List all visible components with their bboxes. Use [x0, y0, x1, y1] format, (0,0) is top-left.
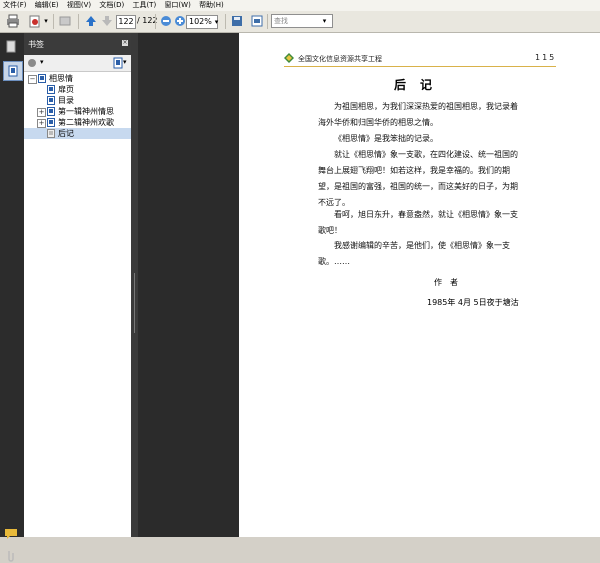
paragraph-3: 就让《相思情》象一支歌，在四化建设、统一祖国的舞台上展翅飞翔吧！如若这样，我是幸…: [318, 150, 518, 207]
panel-resizer[interactable]: [131, 33, 138, 537]
print-button[interactable]: [6, 14, 20, 28]
bookmark-label: 目录: [58, 96, 74, 105]
bookmarks-panel-title: 书签: [28, 40, 44, 49]
arrow-down-icon: [102, 16, 112, 26]
bookmark-icon: [47, 118, 55, 127]
document-page: 全国文化信息资源共享工程 115 后记 为祖国相思，为我们深深热爱的祖国相思，我…: [239, 33, 600, 537]
page-title: 后记: [394, 78, 447, 92]
zoom-in-button[interactable]: [173, 14, 187, 28]
bookmarks-panel: 书签 × ▾ ▾ − 相思情 扉页 目录 + 第一辑神州情思 + 第二辑神州欢歌…: [24, 33, 132, 537]
bookmark-item[interactable]: + 第一辑神州情思: [24, 106, 131, 117]
bookmarks-panel-header: 书签 ×: [24, 33, 131, 55]
options-dropdown-arrow[interactable]: ▾: [40, 58, 44, 66]
header-rule: [284, 66, 556, 67]
page-header-number: 115: [535, 53, 557, 62]
bookmark-label: 扉页: [58, 85, 74, 94]
bookmark-item-selected[interactable]: 后记: [24, 128, 131, 139]
bookmark-item[interactable]: + 第二辑神州欢歌: [24, 117, 131, 128]
print-icon: [7, 14, 19, 28]
menu-window[interactable]: 窗口(W): [164, 0, 190, 11]
bookmark-item[interactable]: 目录: [24, 95, 131, 106]
bookmarks-tab[interactable]: [3, 61, 23, 81]
bookmark-label: 第二辑神州欢歌: [58, 118, 114, 127]
paragraph-2: 《相思情》是我笨拙的记录。: [334, 134, 438, 143]
toolbar: ▾ 122 / 122 102% ▾ 查找 ▾: [0, 11, 600, 33]
zoom-out-button[interactable]: [159, 14, 173, 28]
floppy-icon: [232, 16, 242, 26]
attachment-icon[interactable]: [5, 549, 17, 563]
search-dropdown-arrow[interactable]: ▾: [320, 15, 329, 27]
signature-author: 作者: [434, 278, 466, 287]
menu-tools[interactable]: 工具(T): [132, 0, 156, 11]
bookmark-icon: [47, 85, 55, 94]
previous-page-button[interactable]: [84, 14, 98, 28]
menu-view[interactable]: 视图(V): [67, 0, 91, 11]
expand-icon[interactable]: +: [37, 119, 46, 128]
bookmark-icon: [8, 65, 18, 77]
create-pdf-button[interactable]: [28, 14, 42, 28]
expand-icon[interactable]: +: [37, 108, 46, 117]
pdf-create-icon: [29, 15, 40, 28]
pages-icon[interactable]: [5, 40, 17, 54]
bookmark-root[interactable]: − 相思情: [24, 73, 131, 84]
menu-document[interactable]: 文档(D): [99, 0, 124, 11]
signature-date: 1985年 4月 5日夜于塘沽: [427, 298, 519, 307]
bookmarks-toolbar: ▾ ▾: [24, 55, 131, 72]
new-bookmark-icon[interactable]: [113, 57, 123, 69]
create-dropdown-arrow[interactable]: ▾: [43, 14, 49, 28]
bookmark-icon: [47, 96, 55, 105]
document-gutter: [138, 33, 239, 537]
menu-help[interactable]: 帮助(H): [199, 0, 224, 11]
paragraph-1: 为祖国相思，为我们深深热爱的祖国相思，我记录着海外华侨和归国华侨的相思之情。: [318, 102, 518, 127]
page-header-title: 全国文化信息资源共享工程: [298, 55, 382, 63]
paragraph-4: 看呵，旭日东升，春意盎然，就让《相思情》象一支歌吧！: [318, 210, 518, 235]
collaborate-icon: [59, 16, 71, 26]
menu-bar: 文件(F) 编辑(E) 视图(V) 文档(D) 工具(T) 窗口(W) 帮助(H…: [0, 0, 600, 11]
collaborate-button[interactable]: [58, 14, 72, 28]
next-page-button[interactable]: [100, 14, 114, 28]
header-logo-icon: [284, 53, 294, 63]
bookmark-icon: [47, 107, 55, 116]
panel-close-icon[interactable]: ×: [122, 40, 128, 46]
bookmark-label: 第一辑神州情思: [58, 107, 114, 116]
new-bookmark-dropdown-arrow[interactable]: ▾: [123, 58, 127, 66]
navigation-strip: [0, 33, 24, 562]
page-number-input[interactable]: 122: [116, 15, 136, 29]
bookmark-item[interactable]: 扉页: [24, 84, 131, 95]
options-icon[interactable]: [27, 58, 39, 68]
zoom-out-icon: [161, 16, 171, 26]
collapse-icon[interactable]: −: [28, 75, 37, 84]
bookmark-icon: [38, 74, 46, 83]
bookmark-label: 相思情: [49, 74, 73, 83]
menu-file[interactable]: 文件(F): [3, 0, 27, 11]
page-icon: [47, 129, 55, 138]
fit-width-icon: [251, 15, 263, 27]
arrow-up-icon: [86, 16, 96, 26]
comments-icon[interactable]: [4, 528, 18, 540]
paragraph-5: 我感谢编辑的辛苦，是他们，使《相思情》象一支歌。……: [318, 241, 510, 266]
fit-page-button[interactable]: [230, 14, 244, 28]
zoom-dropdown-arrow[interactable]: ▾: [212, 15, 221, 29]
menu-edit[interactable]: 编辑(E): [35, 0, 59, 11]
fit-width-button[interactable]: [250, 14, 264, 28]
zoom-in-icon: [175, 16, 185, 26]
bookmark-label: 后记: [58, 129, 74, 138]
